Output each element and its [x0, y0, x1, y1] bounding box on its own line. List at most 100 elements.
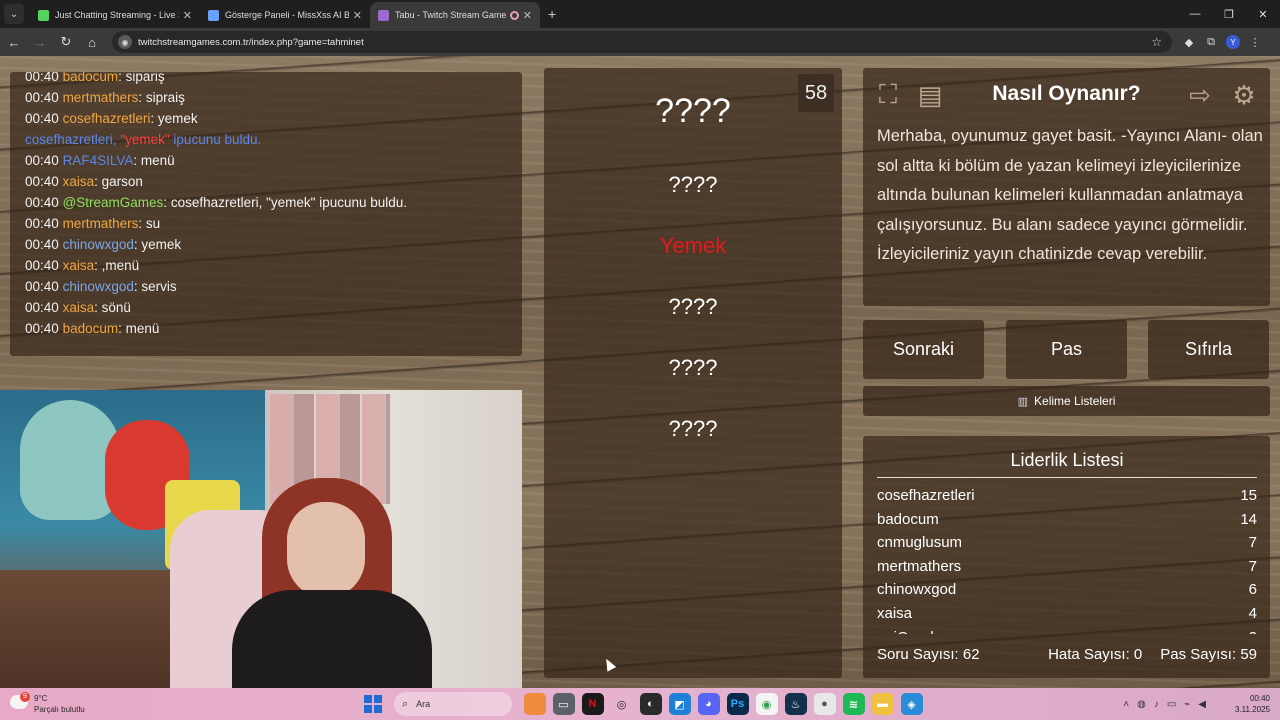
chat-text: servis — [141, 279, 177, 294]
bookmark-star-icon[interactable]: ☆ — [1151, 35, 1162, 49]
leaderboard-score: 14 — [1240, 510, 1257, 528]
tab-favicon-icon — [38, 9, 49, 21]
leaderboard-name: cnmuglusum — [877, 534, 963, 552]
chat-timestamp: 00:40 — [25, 279, 59, 294]
chat-highlight: "yemek" — [120, 132, 170, 147]
next-button[interactable]: Sonraki — [863, 320, 984, 379]
settings-icon[interactable]: ⚙ — [1227, 78, 1261, 112]
leaderboard-row: mertmathers 7 — [877, 555, 1257, 579]
chat-separator: : — [163, 195, 171, 210]
restore-icon[interactable]: ❐ — [1212, 0, 1246, 28]
address-bar[interactable]: ◉ twitchstreamgames.com.tr/index.php?gam… — [112, 31, 1172, 53]
streamer-webcam — [0, 390, 522, 688]
word-lists-button[interactable]: ▥ Kelime Listeleri — [863, 386, 1270, 416]
discord-icon[interactable]: ◕ — [697, 693, 720, 715]
tab-favicon-icon — [208, 9, 219, 21]
chat-text: menü — [140, 153, 175, 168]
word-column: 58 ???? ???? Yemek???????????? — [544, 68, 842, 678]
site-info-icon[interactable]: ◉ — [118, 35, 132, 49]
weather-widget[interactable]: 9 9°C Parçalı bulutlu — [10, 692, 110, 716]
close-icon[interactable]: ✕ — [1246, 0, 1280, 28]
menu-kebab-icon[interactable]: ⋮ — [1244, 36, 1266, 49]
browser-tab[interactable]: Just Chatting Streaming - Live S ✕ — [30, 2, 200, 28]
obs-icon[interactable]: ◎ — [611, 693, 633, 715]
chat-separator: : — [94, 258, 102, 273]
question-count: Soru Sayısı: 62 — [877, 646, 980, 663]
chat-timestamp: 00:40 — [25, 237, 59, 252]
extension-icon[interactable]: ◆ — [1178, 36, 1200, 49]
exit-icon[interactable]: ⇨ — [1183, 78, 1217, 112]
leaderboard-name: xaisa — [877, 604, 913, 622]
widgets-app-icon[interactable] — [523, 693, 546, 715]
tab-close-icon[interactable]: ✕ — [183, 9, 192, 22]
tray-app-icon[interactable]: ◍ — [1137, 699, 1146, 710]
chat-text: sipariş — [125, 72, 165, 84]
windows-start-icon[interactable] — [364, 695, 382, 713]
browser-tab-bar: ⌄ Just Chatting Streaming - Live S ✕ Göste… — [0, 0, 1280, 28]
task-view-icon[interactable]: ▭ — [552, 693, 575, 715]
minimize-icon[interactable]: — — [1178, 0, 1212, 28]
tab-favicon-icon — [378, 9, 389, 21]
leaderboard-score: 4 — [1248, 604, 1257, 622]
taboo-word: ???? — [668, 294, 718, 319]
chat-username: mertmathers — [62, 90, 139, 105]
app-icon-store[interactable]: ◈ — [900, 693, 923, 715]
app-icon-circle[interactable]: ● — [813, 693, 836, 715]
taskbar-clock[interactable]: 00:40 3.11.2025 — [1210, 693, 1270, 715]
chat-message: 00:40 mertmathers: sipraiş — [25, 87, 520, 108]
how-to-play-panel: ⛶ ▤ Nasıl Oynanır? ⇨ ⚙ Merhaba, oyunumuz… — [863, 68, 1270, 306]
chat-username: chinowxgod — [62, 237, 134, 252]
chat-text: sipraiş — [145, 90, 185, 105]
chat-message: 00:40 chinowxgod: yemek — [25, 234, 520, 255]
app-icon-dark[interactable]: ◐ — [639, 693, 662, 715]
leaderboard-row: cosefhazretleri 15 — [877, 484, 1257, 508]
folder-icon[interactable]: ▬ — [871, 693, 894, 715]
chat-text: sönü — [101, 300, 131, 315]
howto-text: Merhaba, oyunumuz gayet basit. -Yayıncı … — [877, 127, 1263, 263]
chat-timestamp: 00:40 — [25, 90, 59, 105]
network-icon[interactable]: ⌁ — [1184, 699, 1190, 710]
chevron-up-icon[interactable]: ˄ — [1123, 699, 1129, 710]
steam-icon[interactable]: ♨ — [784, 693, 807, 715]
browser-tab[interactable]: Tabu - Twitch Stream Game ✕ — [370, 2, 540, 28]
leaderboard-name: badocum — [877, 510, 939, 528]
leaderboard-list[interactable]: cosefhazretleri 15 badocum 14 cnmuglusum 7 mer… — [877, 484, 1257, 634]
volume-icon[interactable]: ◀ — [1198, 699, 1206, 710]
taskbar-search[interactable]: ⌕ Ara — [394, 692, 512, 716]
chat-message: 00:40 mertmathers: su — [25, 213, 520, 234]
profile-avatar[interactable]: Y — [1226, 35, 1240, 49]
display-icon[interactable]: ▭ — [1167, 699, 1176, 710]
chat-timestamp: 00:40 — [25, 300, 59, 315]
mic-icon[interactable]: ♪ — [1154, 699, 1159, 710]
tab-close-icon[interactable]: ✕ — [523, 9, 532, 22]
chat-message: 00:40 @StreamGames: cosefhazretleri, "ye… — [25, 192, 520, 213]
netflix-icon[interactable]: N — [581, 693, 604, 715]
new-tab-button[interactable]: + — [548, 6, 556, 22]
tab-search-dropdown[interactable]: ⌄ — [4, 4, 24, 24]
chat-username: RAF4SILVA — [62, 153, 134, 168]
chat-username: @StreamGames — [62, 195, 164, 210]
chat-text: su — [145, 216, 161, 231]
clock-date: 3.11.2025 — [1235, 705, 1270, 714]
spotify-icon[interactable]: ≋ — [842, 693, 865, 715]
tab-close-icon[interactable]: ✕ — [353, 9, 362, 22]
chat-username: cosefhazretleri, — [25, 132, 117, 147]
back-icon[interactable]: ← — [2, 30, 26, 54]
photoshop-icon[interactable]: Ps — [726, 693, 749, 715]
app-icon-blue[interactable]: ◩ — [668, 693, 691, 715]
pass-button[interactable]: Pas — [1006, 320, 1127, 379]
clock-time: 00:40 — [1249, 694, 1270, 703]
reset-button[interactable]: Sıfırla — [1148, 320, 1269, 379]
taskbar-search-placeholder: Ara — [416, 699, 431, 709]
reload-icon[interactable]: ↻ — [54, 30, 78, 54]
chat-message: 00:40 cosefhazretleri: yemek — [25, 108, 520, 129]
chrome-icon[interactable]: ◉ — [755, 693, 778, 715]
forward-icon[interactable]: → — [28, 30, 52, 54]
home-icon[interactable]: ⌂ — [80, 30, 104, 54]
leaderboard-row: chinowxgod 6 — [877, 578, 1257, 602]
weather-temp: 9°C — [34, 694, 48, 703]
extensions-puzzle-icon[interactable]: ⧉ — [1200, 36, 1222, 49]
tab-title: Gösterge Paneli - MissXss AI Bo — [225, 10, 349, 20]
chat-separator: : — [118, 72, 126, 84]
browser-tab[interactable]: Gösterge Paneli - MissXss AI Bo ✕ — [200, 2, 370, 28]
